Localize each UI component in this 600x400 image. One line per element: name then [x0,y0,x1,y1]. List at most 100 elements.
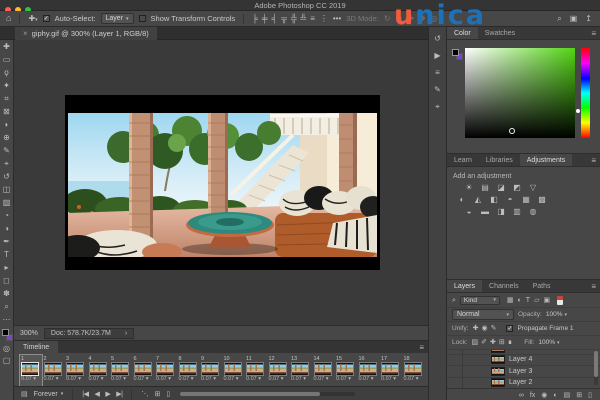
layer-row[interactable]: Layer 4 [447,355,600,367]
timeline-frame[interactable]: 120.07 ▾ [268,355,290,386]
auto-select-checkbox[interactable]: ✓ [43,15,50,22]
color-gradient-field[interactable] [465,48,575,138]
document-info[interactable]: Doc: 578.7K/23.7M › [44,328,134,339]
type-tool-icon[interactable]: T [0,248,14,261]
color-picker-marker[interactable] [509,128,515,134]
filter-pixel-layers-icon[interactable]: ▦ [507,297,514,304]
align-horizontal-centers-icon[interactable]: ╪ [262,15,268,23]
align-bottom-edges-icon[interactable]: ╩ [301,15,307,23]
invert-icon[interactable]: ◒ [464,208,474,216]
3d-rotate-icon[interactable]: ↻ [384,15,391,23]
frame-delay[interactable]: 0.07 ▾ [269,376,289,383]
group-layers-icon[interactable]: ▤ [564,392,571,399]
quick-mask-icon[interactable]: ◎ [3,345,10,353]
history-panel-icon[interactable]: ↺ [434,35,441,43]
history-brush-tool-icon[interactable]: ↺ [0,170,14,183]
gradient-map-icon[interactable]: ▥ [512,208,522,216]
color-balance-icon[interactable]: ◭ [473,196,483,204]
frame-tool-icon[interactable]: ⊠ [0,105,14,118]
move-tool-icon[interactable]: ✚ [0,40,14,53]
tab-libraries[interactable]: Libraries [479,154,520,166]
timeline-frame[interactable]: 150.07 ▾ [335,355,357,386]
distribute-icon[interactable]: ≡ [310,15,315,23]
tab-learn[interactable]: Learn [447,154,479,166]
tab-adjustments[interactable]: Adjustments [520,154,573,166]
frame-delay[interactable]: 0.07 ▾ [359,376,379,383]
tab-paths[interactable]: Paths [526,280,558,292]
visibility-toggle[interactable] [452,350,463,354]
auto-select-target-dropdown[interactable]: Layer▾ [101,13,134,24]
selective-color-icon[interactable]: ◍ [528,208,538,216]
frame-delay[interactable]: 0.07 ▾ [314,376,334,383]
more-options-icon[interactable]: ••• [333,15,341,23]
tab-channels[interactable]: Channels [482,280,526,292]
quick-selection-tool-icon[interactable]: ✦ [0,79,14,92]
first-frame-button[interactable]: |◀ [82,391,88,398]
share-icon[interactable]: ↥ [585,15,592,23]
brightness-contrast-icon[interactable]: ☀ [464,184,474,192]
opacity-field[interactable]: 100%▾ [546,311,567,318]
layer-mask-icon[interactable]: ◉ [541,392,547,399]
align-vertical-centers-icon[interactable]: ╬ [291,15,297,23]
threshold-icon[interactable]: ◨ [496,208,506,216]
next-frame-button[interactable]: ▶| [116,391,122,398]
convert-to-video-timeline-icon[interactable]: ▤ [21,391,28,398]
loop-count-dropdown[interactable]: Forever▾ [34,391,64,398]
timeline-frame[interactable]: 140.07 ▾ [313,355,335,386]
visibility-toggle[interactable] [452,378,463,389]
exposure-icon[interactable]: ◩ [512,184,522,192]
duplicate-frame-icon[interactable]: ⊞ [154,391,160,398]
filter-smart-objects-icon[interactable]: ▣ [543,297,550,304]
frame-delay[interactable]: 0.07 ▾ [66,376,86,383]
vibrance-icon[interactable]: ▽ [528,184,538,192]
move-tool-preset-icon[interactable]: ✚▾ [28,15,37,23]
frame-delay[interactable]: 0.07 ▾ [291,376,311,383]
clone-stamp-tool-icon[interactable]: ⌖ [0,157,14,170]
fill-field[interactable]: 100%▾ [538,339,559,346]
adjustment-layer-icon[interactable]: ◐ [553,392,557,399]
timeline-frame[interactable]: 30.07 ▾ [65,355,87,386]
screen-mode-icon[interactable]: ▢ [3,357,11,365]
black-white-icon[interactable]: ◧ [489,196,499,204]
edit-toolbar-icon[interactable]: ⋯ [0,313,14,326]
play-button[interactable]: ▶ [105,391,110,398]
posterize-icon[interactable]: ▬ [480,208,490,216]
hue-slider-marker[interactable] [576,109,580,113]
timeline-frame[interactable]: 10.07 ▾ [20,355,42,386]
delete-frame-icon[interactable]: ▯ [166,391,170,398]
lock-position-icon[interactable]: ✚ [490,339,496,346]
timeline-frame[interactable]: 160.07 ▾ [358,355,380,386]
levels-icon[interactable]: ▤ [480,184,490,192]
new-layer-icon[interactable]: ⊞ [576,392,582,399]
overflow-menu-icon[interactable]: ⋮ [320,15,328,23]
previous-frame-button[interactable]: ◀ [94,391,99,398]
canvas-area[interactable] [14,40,428,325]
timeline-scrollbar[interactable] [180,392,355,396]
layer-effects-icon[interactable]: fx [530,392,535,399]
frame-delay[interactable]: 0.07 ▾ [89,376,109,383]
hand-tool-icon[interactable]: ✽ [0,287,14,300]
workspace-icon[interactable]: ▣ [570,15,578,23]
timeline-frame[interactable]: 40.07 ▾ [88,355,110,386]
brush-settings-panel-icon[interactable]: ✎ [434,86,441,94]
frame-delay[interactable]: 0.07 ▾ [381,376,401,383]
frame-delay[interactable]: 0.07 ▾ [336,376,356,383]
home-icon[interactable]: ⌂ [6,14,11,23]
unify-visibility-icon[interactable]: ◉ [482,325,488,332]
brush-tool-icon[interactable]: ✎ [0,144,14,157]
healing-brush-tool-icon[interactable]: ⊕ [0,131,14,144]
frame-delay[interactable]: 0.07 ▾ [156,376,176,383]
frame-delay[interactable]: 0.07 ▾ [404,376,424,383]
timeline-frame[interactable]: 130.07 ▾ [290,355,312,386]
frame-delay[interactable]: 0.07 ▾ [246,376,266,383]
shape-tool-icon[interactable]: ◻ [0,274,14,287]
eraser-tool-icon[interactable]: ◫ [0,183,14,196]
close-tab-icon[interactable]: × [23,29,28,38]
layer-filter-toggle[interactable] [557,296,563,305]
visibility-toggle[interactable] [452,355,463,366]
align-left-edges-icon[interactable]: ╞ [252,15,258,23]
timeline-frame[interactable]: 80.07 ▾ [178,355,200,386]
filter-adjustment-layers-icon[interactable]: ◐ [518,297,522,304]
timeline-frame[interactable]: 90.07 ▾ [200,355,222,386]
color-lookup-icon[interactable]: ▩ [537,196,547,204]
